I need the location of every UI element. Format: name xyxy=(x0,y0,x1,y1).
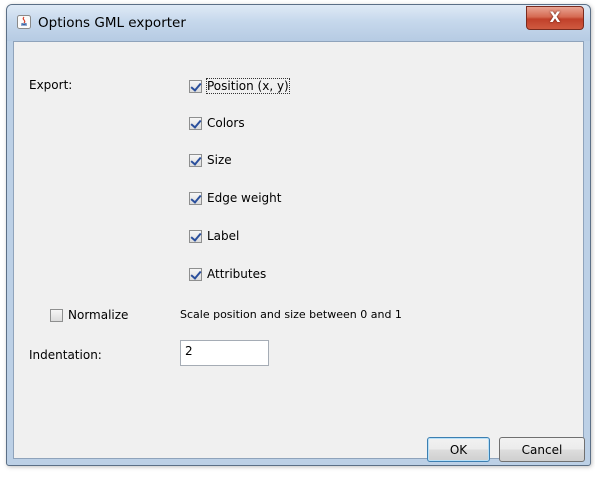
indentation-label: Indentation: xyxy=(29,348,102,362)
normalize-checkbox[interactable] xyxy=(50,308,63,322)
dialog-window: Options GML exporter X Export: Position … xyxy=(6,4,591,466)
attributes-label: Attributes xyxy=(207,267,267,281)
label-option-label: Label xyxy=(207,229,240,243)
edge-weight-label: Edge weight xyxy=(207,191,282,205)
normalize-option[interactable]: Normalize xyxy=(50,306,128,324)
label-checkbox[interactable] xyxy=(189,229,202,243)
size-checkbox[interactable] xyxy=(189,153,202,167)
export-size-option[interactable]: Size xyxy=(189,151,232,169)
position-checkbox[interactable] xyxy=(189,79,202,93)
export-position-option[interactable]: Position (x, y) xyxy=(189,77,290,95)
export-attributes-option[interactable]: Attributes xyxy=(189,265,266,283)
dialog-content: Export: Position (x, y) Colors Size Edge… xyxy=(13,41,585,462)
close-icon: X xyxy=(549,10,561,26)
position-label: Position (x, y) xyxy=(206,78,290,94)
colors-checkbox[interactable] xyxy=(189,116,202,130)
export-label: Export: xyxy=(29,78,73,92)
java-coffee-icon xyxy=(17,15,31,29)
indentation-input[interactable]: 2 xyxy=(180,340,269,366)
edge-weight-checkbox[interactable] xyxy=(189,191,202,205)
window-title: Options GML exporter xyxy=(38,15,186,31)
ok-button[interactable]: OK xyxy=(427,437,490,462)
export-label-option[interactable]: Label xyxy=(189,227,239,245)
title-bar[interactable]: Options GML exporter X xyxy=(7,5,590,41)
colors-label: Colors xyxy=(207,116,245,130)
export-colors-option[interactable]: Colors xyxy=(189,114,245,132)
close-button[interactable]: X xyxy=(526,6,584,30)
cancel-button[interactable]: Cancel xyxy=(499,437,585,462)
attributes-checkbox[interactable] xyxy=(189,267,202,281)
export-edge-weight-option[interactable]: Edge weight xyxy=(189,189,281,207)
normalize-description: Scale position and size between 0 and 1 xyxy=(180,308,402,321)
size-label: Size xyxy=(207,153,232,167)
normalize-label: Normalize xyxy=(68,308,129,322)
